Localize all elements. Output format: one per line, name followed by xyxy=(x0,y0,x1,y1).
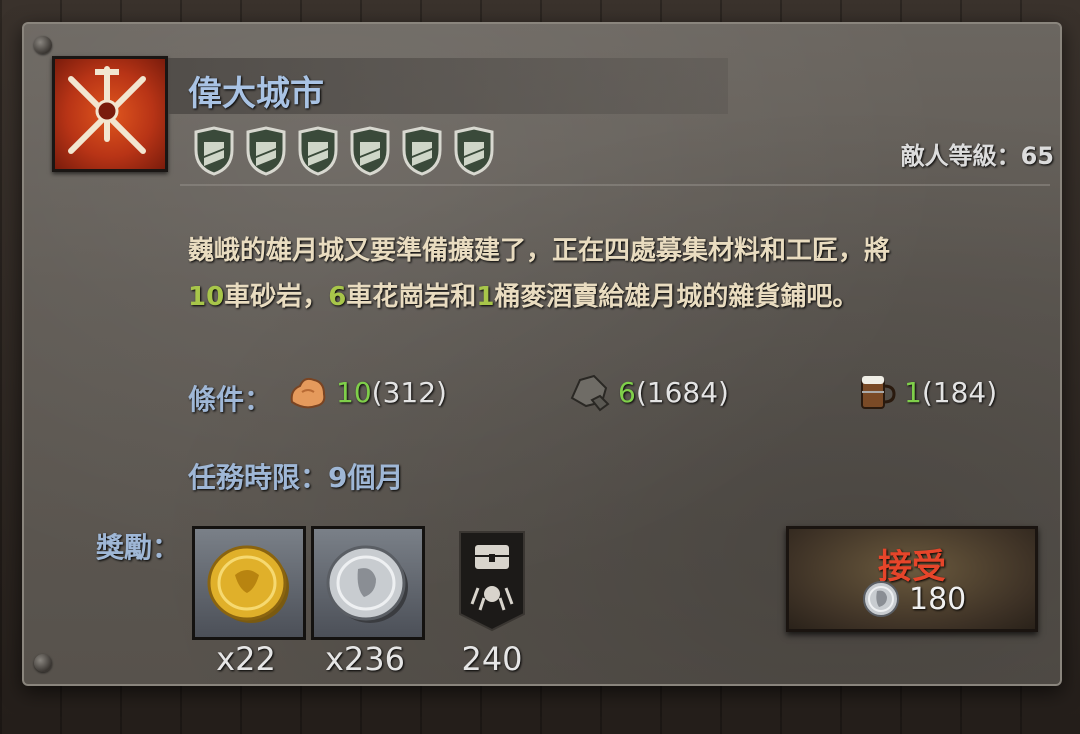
quest-deadline: 任務時限：9個月 xyxy=(188,461,404,494)
crossed-weapons-icon xyxy=(68,66,146,154)
accept-button[interactable]: 接受 180 xyxy=(786,526,1038,632)
requirement-have: (184) xyxy=(921,375,998,409)
gold-coin-icon xyxy=(207,545,289,623)
shield-icon xyxy=(246,126,286,176)
description-text: 桶麥酒賣給雄月城的雜貨鋪吧。 xyxy=(494,282,859,312)
requirement-have: (1684) xyxy=(635,375,729,409)
requirement-ale: 1(184) xyxy=(856,372,997,412)
difficulty-shields xyxy=(192,126,496,176)
shield-icon xyxy=(454,126,494,176)
granite-icon xyxy=(570,374,610,412)
requirement-need: 6 xyxy=(618,375,636,409)
rivet-icon xyxy=(34,36,52,54)
description-text: 車砂岩， xyxy=(224,282,329,312)
reward-silver-coins xyxy=(311,526,425,640)
enemy-level: 敵人等級：65 xyxy=(900,142,1054,170)
silver-coin-icon xyxy=(326,545,408,623)
shield-icon xyxy=(350,126,390,176)
treasure-banner-icon xyxy=(459,531,525,632)
description-text: 車花崗岩和 xyxy=(346,282,477,312)
description-line: 10車砂岩，6車花崗岩和1桶麥酒賣給雄月城的雜貨鋪吧。 xyxy=(188,274,1028,320)
accept-cost: 180 xyxy=(861,579,966,619)
shield-icon xyxy=(194,126,234,176)
shield-icon xyxy=(402,126,442,176)
sandstone-icon xyxy=(290,377,326,409)
ale-amount: 1 xyxy=(476,282,495,312)
reward-gold-count: x22 xyxy=(216,640,276,678)
ale-mug-icon xyxy=(861,376,896,409)
conditions-label: 條件： xyxy=(188,383,273,416)
quest-title: 偉大城市 xyxy=(188,74,324,114)
requirement-need: 10 xyxy=(336,375,372,409)
requirement-have: (312) xyxy=(371,375,447,409)
sandstone-amount: 10 xyxy=(188,282,225,312)
reward-silver-count: x236 xyxy=(324,640,405,678)
accept-cost-value: 180 xyxy=(909,581,967,617)
reward-gold-coins xyxy=(192,526,306,640)
reward-treasure-count: 240 xyxy=(461,640,523,678)
requirement-need: 1 xyxy=(904,375,922,409)
description-line: 巍峨的雄月城又要準備擴建了，正在四處募集材料和工匠，將 xyxy=(188,236,891,266)
quest-emblem xyxy=(52,56,168,172)
rewards-label: 獎勵： xyxy=(96,531,181,564)
requirement-sandstone: 10(312) xyxy=(288,372,447,412)
silver-coin-icon xyxy=(863,581,899,617)
rivet-icon xyxy=(34,654,52,672)
granite-amount: 6 xyxy=(328,282,347,312)
shield-icon xyxy=(298,126,338,176)
requirement-granite: 6(1684) xyxy=(570,372,729,412)
divider xyxy=(180,184,1050,186)
quest-description: 巍峨的雄月城又要準備擴建了，正在四處募集材料和工匠，將 10車砂岩，6車花崗岩和… xyxy=(188,228,1028,320)
